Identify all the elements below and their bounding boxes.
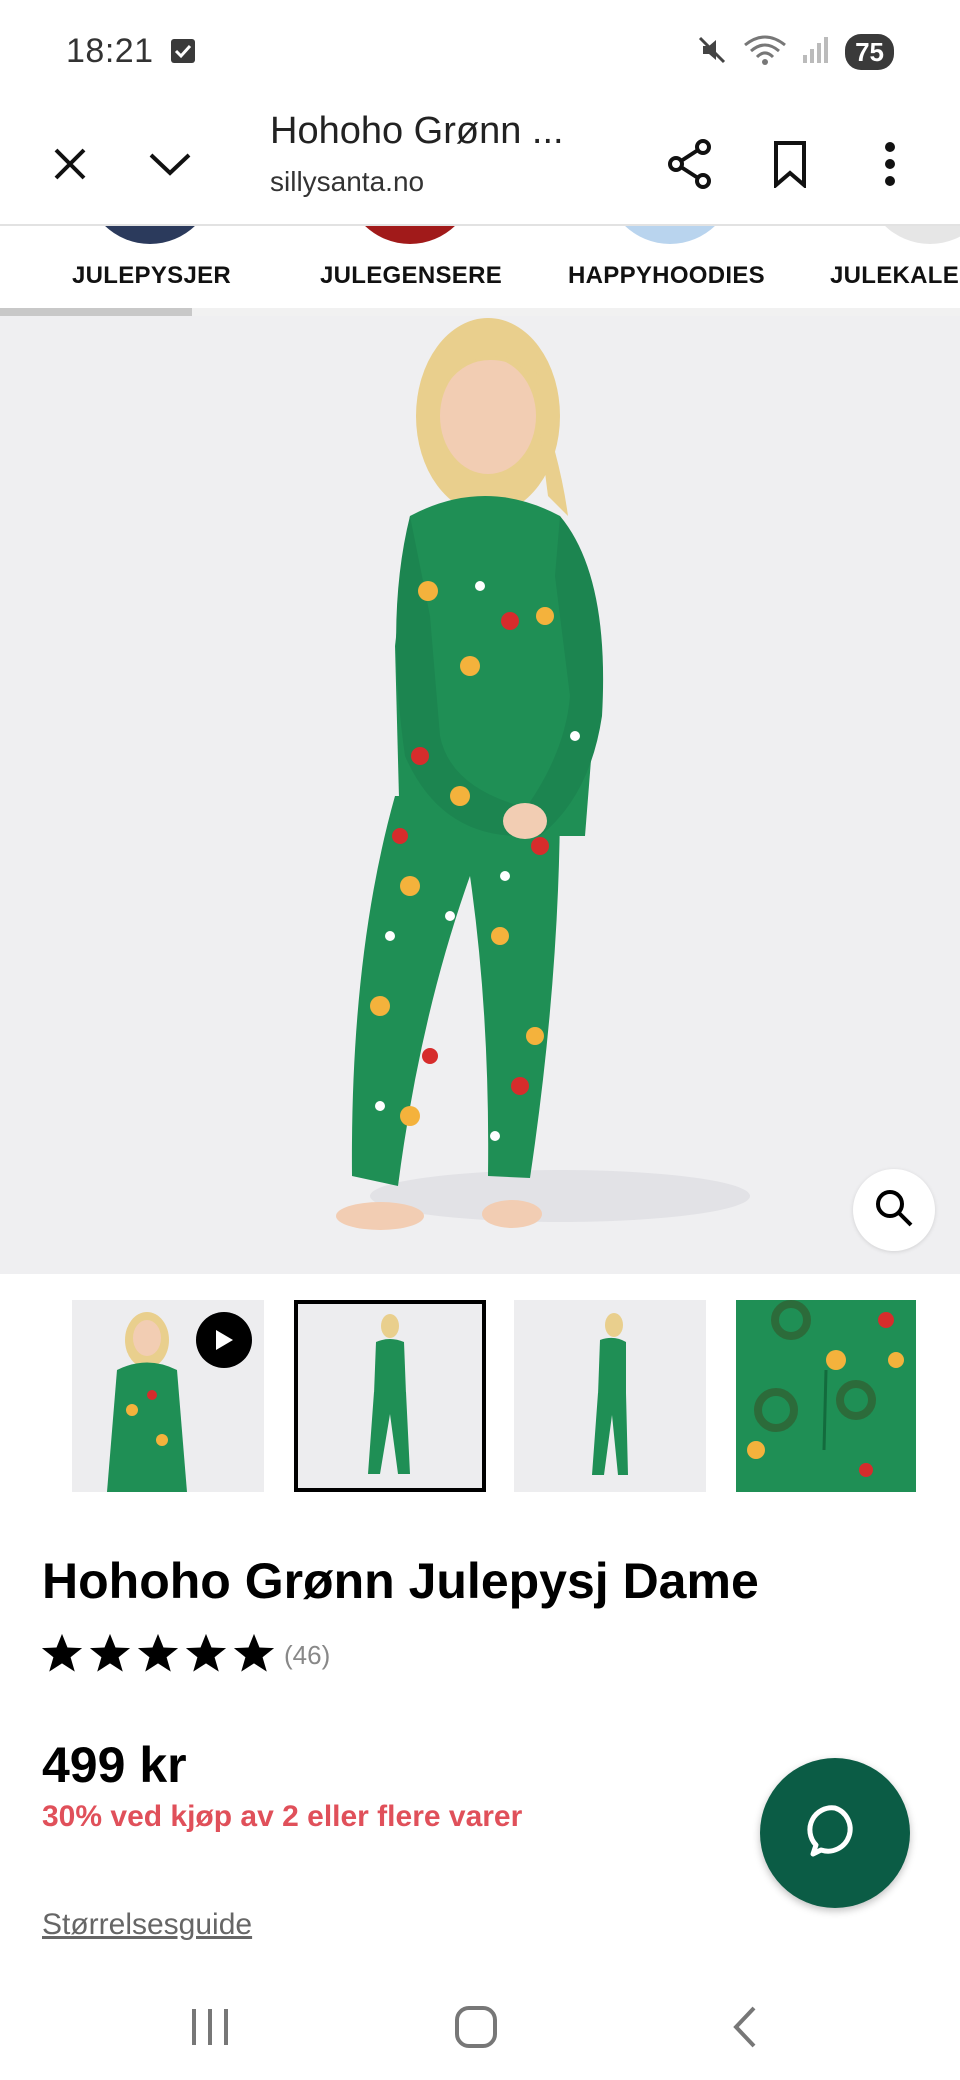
thumbnail-3[interactable] [514, 1300, 706, 1492]
category-julegensere[interactable]: JULEGENSERE [320, 262, 502, 290]
battery-indicator: 75 [845, 34, 894, 70]
category-julepysjer[interactable]: JULEPYSJER [72, 262, 231, 290]
navigation-bar [0, 1972, 960, 2080]
category-image-happyhoodies[interactable] [605, 226, 735, 244]
category-image-julegensere[interactable] [345, 226, 475, 244]
promo-text: 30% ved kjøp av 2 eller flere varer [42, 1800, 523, 1833]
product-hero-image[interactable] [0, 316, 960, 1274]
home-icon[interactable] [431, 1992, 521, 2062]
star-icon [88, 1632, 132, 1679]
mute-icon [695, 33, 729, 72]
signal-icon [801, 35, 831, 70]
review-count[interactable]: (46) [284, 1640, 330, 1671]
thumbnail-2[interactable] [294, 1300, 486, 1492]
more-icon[interactable] [852, 126, 928, 202]
close-icon[interactable] [32, 126, 108, 202]
thumbnail-image [747, 1300, 904, 1477]
share-icon[interactable] [652, 126, 728, 202]
page-title[interactable]: Hohoho Grønn ... [270, 110, 564, 153]
status-time: 18:21 [66, 32, 154, 70]
thumbnail-strip [0, 1300, 960, 1492]
chevron-down-icon[interactable] [132, 126, 208, 202]
model-illustration [336, 318, 750, 1230]
star-icon [232, 1632, 276, 1679]
wifi-icon [743, 33, 787, 72]
product-rating[interactable]: (46) [40, 1632, 330, 1679]
category-julekalender[interactable]: JULEKALENDER [830, 262, 960, 290]
browser-toolbar: Hohoho Grønn ... sillysanta.no [0, 104, 960, 226]
category-strip[interactable]: JULEPYSJER JULEGENSERE HAPPYHOODIES JULE… [0, 226, 960, 316]
category-scroll-indicator[interactable] [0, 308, 192, 316]
recent-apps-icon[interactable] [165, 1992, 255, 2062]
zoom-button[interactable] [853, 1169, 935, 1251]
category-happyhoodies[interactable]: HAPPYHOODIES [568, 262, 765, 290]
size-guide-link[interactable]: Størrelsesguide [42, 1908, 252, 1942]
category-image-julepysjer[interactable] [85, 226, 215, 244]
thumbnail-image [368, 1314, 410, 1474]
star-icon [40, 1632, 84, 1679]
product-price: 499 kr [42, 1737, 187, 1793]
chat-bubble-icon [805, 1801, 865, 1866]
thumbnail-image [592, 1313, 628, 1475]
checkbox-icon [171, 39, 195, 63]
category-image-julekalender[interactable] [865, 226, 960, 244]
bookmark-icon[interactable] [752, 126, 828, 202]
chat-button[interactable] [760, 1758, 910, 1908]
star-icon [184, 1632, 228, 1679]
product-title: Hohoho Grønn Julepysj Dame [42, 1553, 759, 1609]
thumbnail-1[interactable] [72, 1300, 264, 1492]
page-domain[interactable]: sillysanta.no [270, 166, 424, 198]
back-icon[interactable] [700, 1992, 790, 2062]
play-icon[interactable] [196, 1312, 252, 1368]
magnifier-icon [873, 1187, 915, 1234]
status-bar: 18:21 75 [0, 0, 960, 104]
star-icon [136, 1632, 180, 1679]
thumbnail-4[interactable] [736, 1300, 916, 1492]
status-icons: 75 [695, 32, 894, 72]
